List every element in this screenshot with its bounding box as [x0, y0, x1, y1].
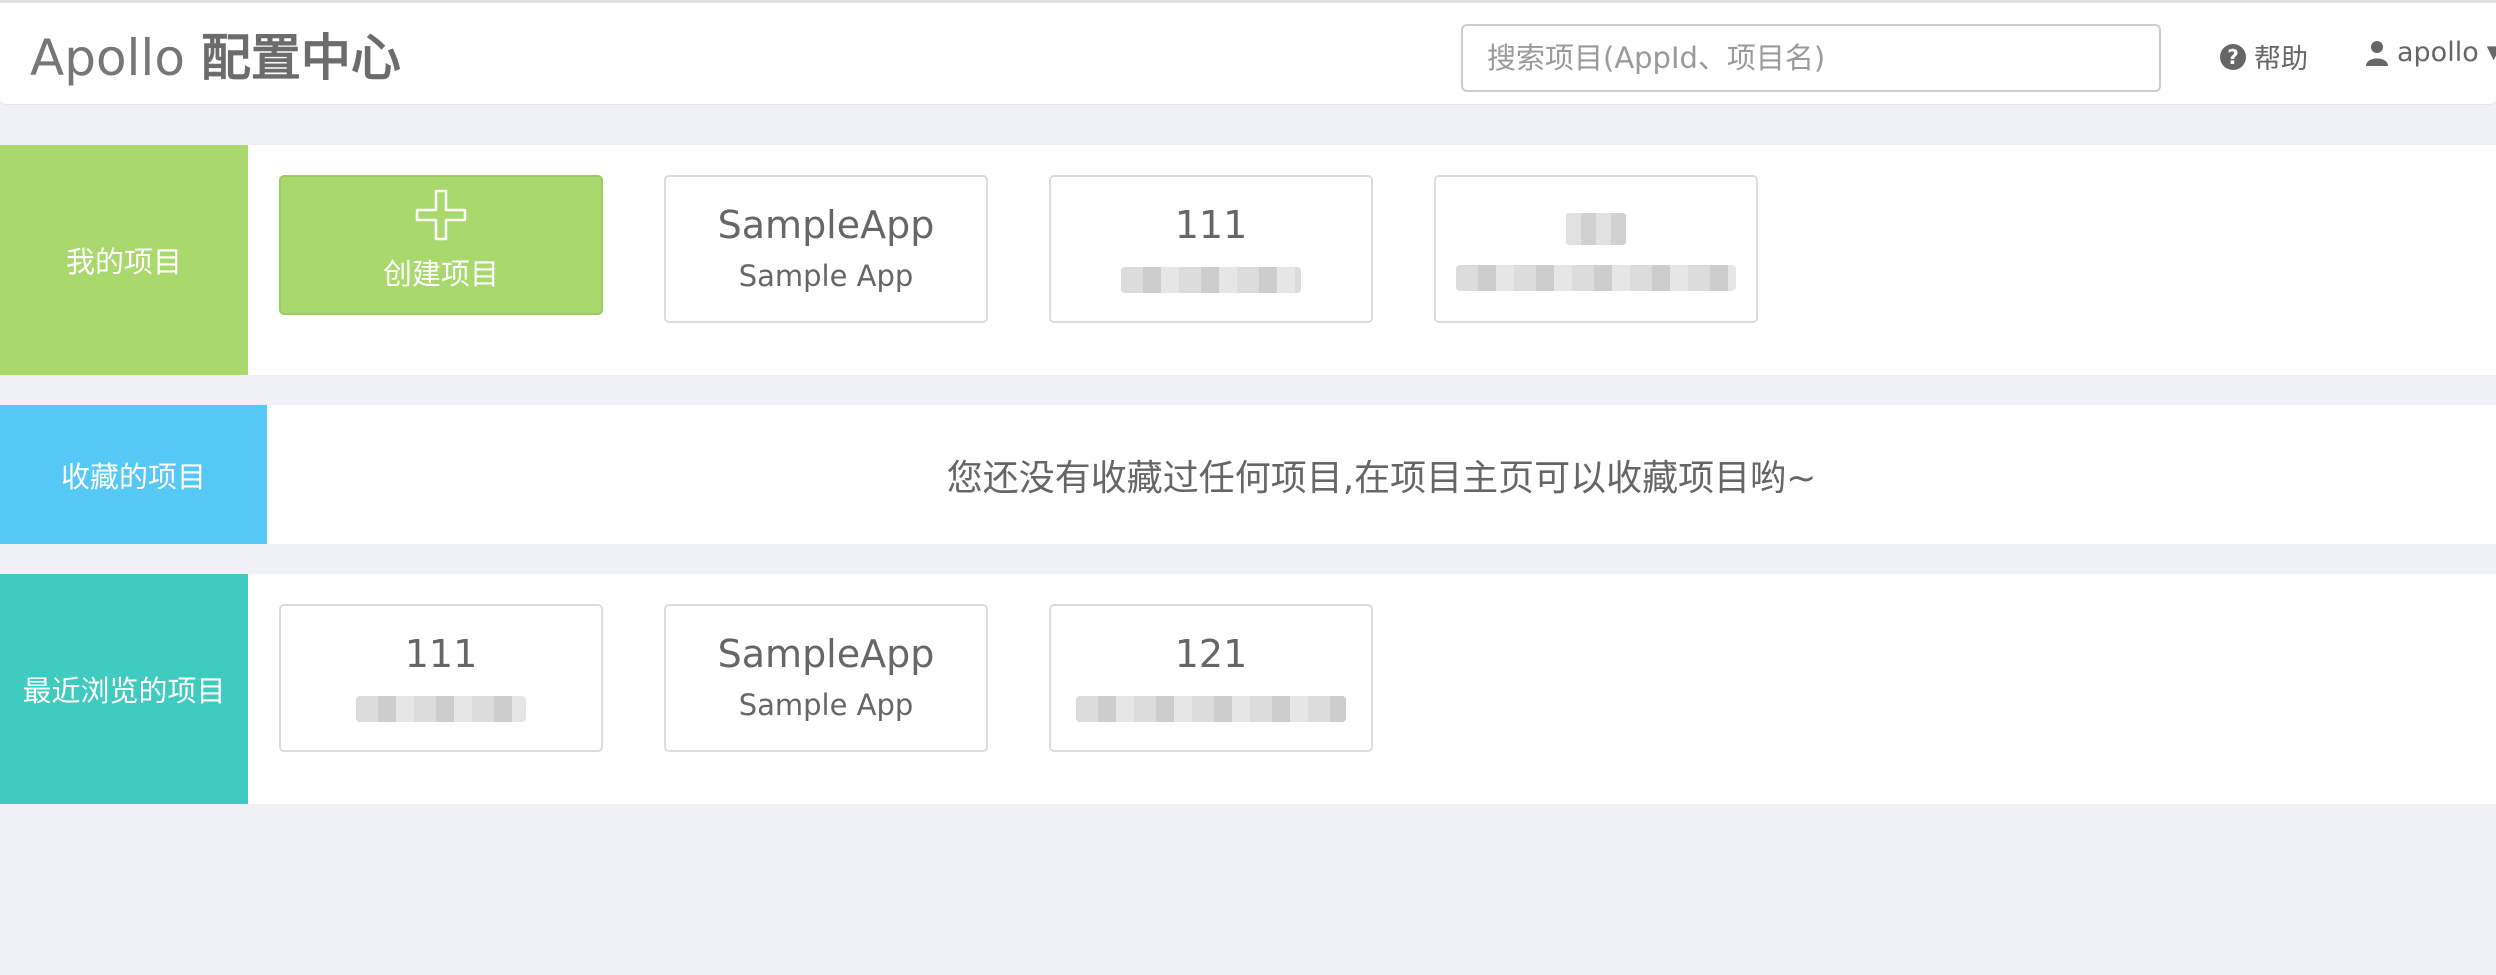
project-appid: 111: [404, 632, 478, 676]
project-appid: 111: [1174, 203, 1248, 247]
brand-name: Apollo: [30, 29, 185, 87]
help-label: 帮助: [2254, 44, 2308, 75]
my-projects-label: 我的项目: [0, 145, 248, 375]
blurred-project-name: [356, 696, 526, 722]
favorites-empty-message: 您还没有收藏过任何项目,在项目主页可以收藏项目哟~: [946, 457, 1817, 499]
question-circle-icon: ?: [2220, 43, 2246, 70]
favorite-projects-label: 收藏的项目: [0, 405, 267, 544]
project-name: Sample App: [738, 259, 914, 293]
project-card[interactable]: SampleApp Sample App: [664, 175, 988, 323]
blurred-project-name: [1121, 267, 1301, 293]
blurred-project-name: [1076, 696, 1346, 722]
favorite-projects-section: 收藏的项目 您还没有收藏过任何项目,在项目主页可以收藏项目哟~: [0, 405, 2496, 544]
project-name: Sample App: [738, 688, 914, 722]
recent-projects-section: 最近浏览的项目 111 SampleApp Sample App 121: [0, 574, 2496, 804]
project-card[interactable]: 111: [1049, 175, 1373, 323]
search-input[interactable]: [1461, 24, 2161, 92]
my-projects-section: 我的项目 创建项目 SampleApp Sample App 111: [0, 145, 2496, 375]
project-card[interactable]: 111: [279, 604, 603, 752]
brand-subtitle: 配置中心: [200, 29, 401, 87]
create-project-label: 创建项目: [382, 257, 499, 291]
project-appid: SampleApp: [717, 632, 935, 676]
user-name: apollo: [2397, 37, 2479, 68]
project-card[interactable]: SampleApp Sample App: [664, 604, 988, 752]
recent-projects-label: 最近浏览的项目: [0, 574, 248, 804]
help-link[interactable]: ? 帮助: [2220, 37, 2308, 76]
chevron-down-icon: ▼: [2486, 42, 2496, 63]
blurred-project-name: [1456, 265, 1736, 291]
blurred-project-appid: [1566, 213, 1626, 245]
project-card[interactable]: [1434, 175, 1758, 323]
brand-logo[interactable]: Apollo 配置中心: [30, 29, 401, 87]
plus-icon: [415, 189, 467, 241]
project-card[interactable]: 121: [1049, 604, 1373, 752]
project-appid: 121: [1174, 632, 1248, 676]
create-project-button[interactable]: 创建项目: [279, 175, 603, 315]
user-menu[interactable]: apollo ▼: [2365, 37, 2496, 68]
project-appid: SampleApp: [717, 203, 935, 247]
user-icon: [2366, 40, 2388, 66]
top-navbar: Apollo 配置中心 ? 帮助 apollo ▼: [0, 0, 2496, 105]
